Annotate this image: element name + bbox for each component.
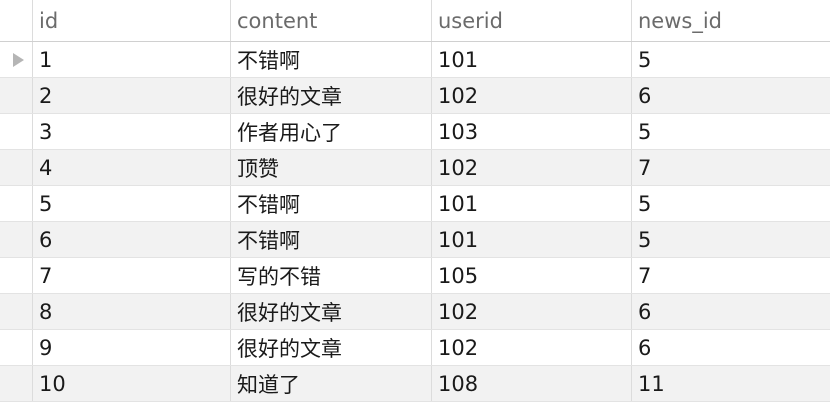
cell-userid[interactable]: 108	[431, 366, 631, 401]
cell-news-id[interactable]: 5	[631, 114, 830, 149]
cell-id[interactable]: 1	[32, 42, 230, 77]
table-row[interactable]: 8 很好的文章 102 6	[0, 294, 830, 330]
cell-userid[interactable]: 102	[431, 150, 631, 185]
cell-content[interactable]: 写的不错	[230, 258, 431, 293]
row-gutter[interactable]	[0, 114, 32, 149]
cell-id[interactable]: 10	[32, 366, 230, 401]
cell-userid[interactable]: 102	[431, 294, 631, 329]
cell-news-id[interactable]: 11	[631, 366, 830, 401]
cell-id[interactable]: 7	[32, 258, 230, 293]
cell-content[interactable]: 很好的文章	[230, 78, 431, 113]
cell-content[interactable]: 很好的文章	[230, 330, 431, 365]
cell-id[interactable]: 8	[32, 294, 230, 329]
table-row[interactable]: 3 作者用心了 103 5	[0, 114, 830, 150]
cell-userid[interactable]: 101	[431, 222, 631, 257]
row-gutter[interactable]	[0, 294, 32, 329]
cell-content[interactable]: 顶赞	[230, 150, 431, 185]
cell-id[interactable]: 4	[32, 150, 230, 185]
cell-news-id[interactable]: 7	[631, 258, 830, 293]
column-header-id[interactable]: id	[32, 0, 230, 41]
cell-userid[interactable]: 102	[431, 330, 631, 365]
table-row[interactable]: 6 不错啊 101 5	[0, 222, 830, 258]
table-row[interactable]: 1 不错啊 101 5	[0, 42, 830, 78]
row-gutter[interactable]	[0, 258, 32, 293]
row-gutter[interactable]	[0, 366, 32, 401]
cell-content[interactable]: 不错啊	[230, 42, 431, 77]
cell-userid[interactable]: 103	[431, 114, 631, 149]
row-gutter[interactable]	[0, 186, 32, 221]
row-gutter[interactable]	[0, 150, 32, 185]
data-grid: id content userid news_id 1 不错啊 101 5 2 很好的文章…	[0, 0, 830, 402]
table-header: id content userid news_id	[0, 0, 830, 42]
cell-content[interactable]: 知道了	[230, 366, 431, 401]
table-row[interactable]: 2 很好的文章 102 6	[0, 78, 830, 114]
cell-userid[interactable]: 101	[431, 42, 631, 77]
table-row[interactable]: 10 知道了 108 11	[0, 366, 830, 402]
cell-content[interactable]: 不错啊	[230, 222, 431, 257]
row-gutter[interactable]	[0, 222, 32, 257]
column-header-content[interactable]: content	[230, 0, 431, 41]
row-gutter-header	[0, 0, 32, 41]
cell-id[interactable]: 5	[32, 186, 230, 221]
cell-news-id[interactable]: 6	[631, 78, 830, 113]
cell-content[interactable]: 很好的文章	[230, 294, 431, 329]
cell-news-id[interactable]: 6	[631, 330, 830, 365]
cell-userid[interactable]: 101	[431, 186, 631, 221]
cell-news-id[interactable]: 5	[631, 186, 830, 221]
cell-id[interactable]: 9	[32, 330, 230, 365]
cell-news-id[interactable]: 5	[631, 42, 830, 77]
table-row[interactable]: 5 不错啊 101 5	[0, 186, 830, 222]
cell-news-id[interactable]: 5	[631, 222, 830, 257]
table-row[interactable]: 9 很好的文章 102 6	[0, 330, 830, 366]
table-row[interactable]: 4 顶赞 102 7	[0, 150, 830, 186]
row-gutter[interactable]	[0, 78, 32, 113]
cell-id[interactable]: 3	[32, 114, 230, 149]
cell-news-id[interactable]: 6	[631, 294, 830, 329]
cell-content[interactable]: 不错啊	[230, 186, 431, 221]
cell-id[interactable]: 2	[32, 78, 230, 113]
column-header-userid[interactable]: userid	[431, 0, 631, 41]
cell-id[interactable]: 6	[32, 222, 230, 257]
table-row[interactable]: 7 写的不错 105 7	[0, 258, 830, 294]
current-row-triangle-icon	[12, 52, 24, 67]
row-gutter[interactable]	[0, 42, 32, 77]
row-gutter[interactable]	[0, 330, 32, 365]
cell-content[interactable]: 作者用心了	[230, 114, 431, 149]
cell-userid[interactable]: 105	[431, 258, 631, 293]
cell-userid[interactable]: 102	[431, 78, 631, 113]
column-header-news-id[interactable]: news_id	[631, 0, 830, 41]
cell-news-id[interactable]: 7	[631, 150, 830, 185]
